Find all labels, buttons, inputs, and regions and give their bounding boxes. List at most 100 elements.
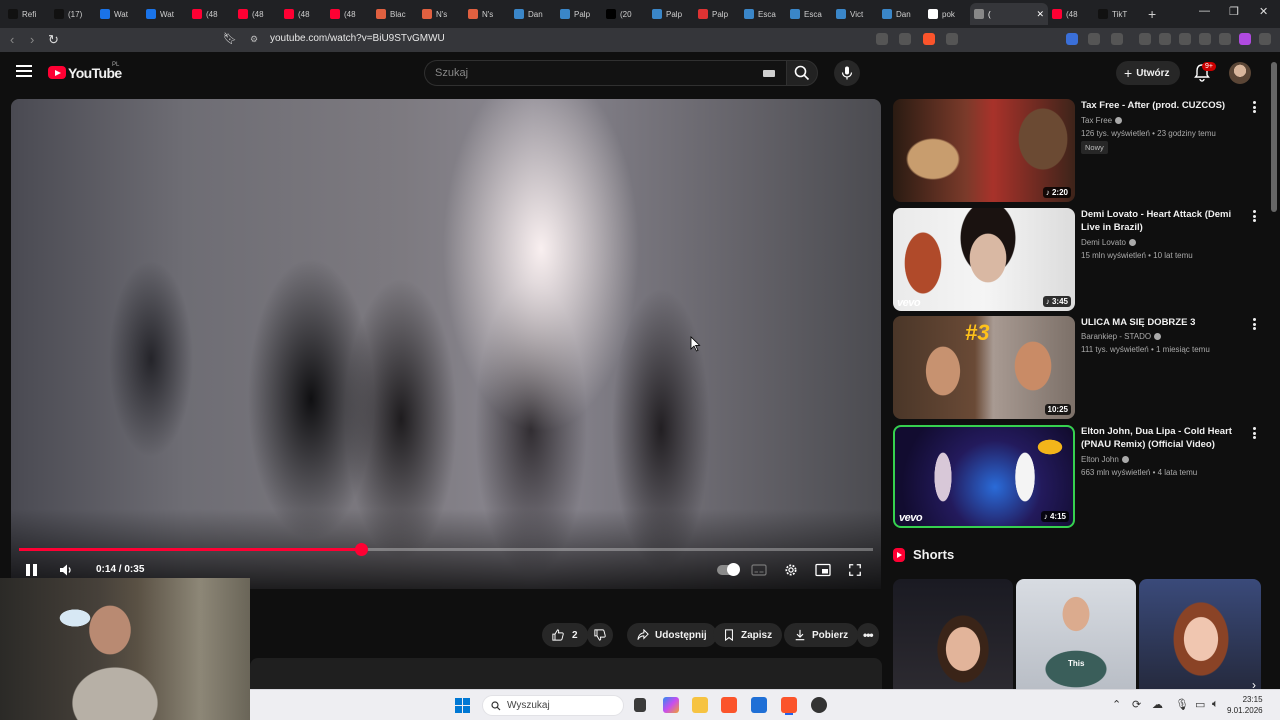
browser-menu-icon[interactable] — [1259, 33, 1271, 45]
more-vert-icon[interactable] — [1253, 427, 1256, 439]
channel-name[interactable]: Demi Lovato — [1081, 238, 1136, 247]
search-input[interactable] — [425, 61, 725, 85]
tray-overflow-icon[interactable]: ⌃ — [1112, 698, 1121, 711]
tray-cloud-icon[interactable]: ☁ — [1152, 698, 1163, 711]
media-icon[interactable] — [1139, 33, 1151, 45]
forward-icon[interactable]: › — [30, 32, 34, 47]
video-thumbnail[interactable]: vevo ♪ 4:15 — [893, 425, 1075, 528]
cast-icon[interactable] — [876, 33, 888, 45]
wallet-icon[interactable] — [1179, 33, 1191, 45]
tray-sync-icon[interactable]: ⟳ — [1132, 698, 1141, 711]
share-page-icon[interactable] — [899, 33, 911, 45]
progress-scrubber[interactable] — [355, 543, 368, 556]
browser-tab[interactable]: Wat — [142, 3, 188, 25]
video-title[interactable]: ULICA MA SIĘ DOBRZE 3 — [1081, 316, 1239, 329]
account-avatar[interactable] — [1229, 62, 1251, 84]
browser-tab[interactable]: (48 — [326, 3, 372, 25]
taskbar-search[interactable]: Wyszukaj — [482, 695, 624, 716]
settings-gear-icon[interactable] — [783, 563, 799, 577]
more-vert-icon[interactable] — [1253, 210, 1256, 222]
brave-rewards-icon[interactable] — [946, 33, 958, 45]
download-button[interactable]: Pobierz — [784, 623, 859, 647]
video-thumbnail[interactable]: ♪ 2:20 — [893, 99, 1075, 202]
more-vert-icon[interactable] — [1253, 318, 1256, 330]
hamburger-menu-icon[interactable] — [16, 65, 32, 77]
browser-tab[interactable]: Palp — [648, 3, 694, 25]
browser-tab[interactable]: Esca — [786, 3, 832, 25]
sidebar-icon[interactable] — [1159, 33, 1171, 45]
browser-tab-active[interactable]: (✕ — [970, 3, 1048, 25]
browser-tab[interactable]: Esca — [740, 3, 786, 25]
dislike-button[interactable] — [587, 623, 613, 647]
miniplayer-icon[interactable] — [815, 563, 831, 577]
keyboard-icon[interactable] — [763, 70, 775, 77]
description-box[interactable] — [250, 658, 882, 689]
task-view-icon[interactable] — [634, 698, 646, 712]
browser-tab[interactable]: Palp — [694, 3, 740, 25]
pause-button[interactable] — [25, 563, 39, 577]
recommendation-item[interactable]: vevo ♪ 3:45 Demi Lovato - Heart Attack (… — [893, 208, 1268, 312]
browser-tab[interactable]: Palp — [556, 3, 602, 25]
video-title[interactable]: Tax Free - After (prod. CUZCOS) — [1081, 99, 1239, 112]
autoplay-toggle[interactable] — [717, 563, 740, 576]
windows-start-icon[interactable] — [455, 698, 470, 713]
more-vert-icon[interactable] — [1253, 101, 1256, 113]
taskbar-clock[interactable]: 23:15 9.01.2026 — [1227, 694, 1263, 716]
obs-icon[interactable] — [811, 697, 827, 713]
extension-vpn-icon[interactable] — [1066, 33, 1078, 45]
browser-tab[interactable]: Refi — [4, 3, 50, 25]
tab-close-icon[interactable]: ✕ — [1036, 9, 1044, 20]
video-title[interactable]: Demi Lovato - Heart Attack (Demi Live in… — [1081, 208, 1239, 234]
new-tab-icon[interactable]: + — [1148, 6, 1156, 22]
progress-bar[interactable] — [19, 543, 873, 556]
channel-name[interactable]: Barankiep - STADO — [1081, 332, 1162, 341]
video-player[interactable]: 0:14 / 0:35 — [11, 99, 881, 589]
brave-shields-icon[interactable] — [923, 33, 935, 45]
browser-tab[interactable]: (48 — [234, 3, 280, 25]
browser-tab[interactable]: (48 — [188, 3, 234, 25]
copilot-icon[interactable] — [663, 697, 679, 713]
search-button[interactable] — [786, 60, 818, 86]
leo-icon[interactable] — [1199, 33, 1211, 45]
subtitles-icon[interactable] — [751, 563, 767, 577]
browser-tab[interactable]: Wat — [96, 3, 142, 25]
browser-tab[interactable]: N's — [464, 3, 510, 25]
brave-active-icon[interactable] — [781, 697, 797, 713]
short-item[interactable] — [1139, 579, 1261, 689]
tray-monitor-icon[interactable]: ▭ — [1195, 698, 1205, 711]
browser-tab[interactable]: Dan — [510, 3, 556, 25]
browser-tab[interactable]: N's — [418, 3, 464, 25]
site-info-icon[interactable]: ⚙︎ — [250, 34, 258, 45]
browser-tab[interactable]: Blac — [372, 3, 418, 25]
address-bar[interactable]: youtube.com/watch?v=BiU9STvGMWU — [270, 33, 445, 44]
window-close-icon[interactable]: ✕ — [1259, 5, 1268, 18]
browser-tab[interactable]: (20 — [602, 3, 648, 25]
minimize-icon[interactable]: — — [1199, 5, 1210, 17]
reload-icon[interactable]: ↻ — [48, 32, 59, 48]
recommendation-item[interactable]: ♪ 2:20 Tax Free - After (prod. CUZCOS) T… — [893, 99, 1268, 203]
more-actions-button[interactable]: ••• — [857, 623, 879, 647]
browser-tab[interactable]: Dan — [878, 3, 924, 25]
browser-tab[interactable]: (17) — [50, 3, 96, 25]
voice-search-button[interactable] — [834, 60, 860, 86]
tray-mic-icon[interactable]: 🎙︎ — [1175, 698, 1189, 711]
share-button[interactable]: Udostępnij — [627, 623, 717, 647]
browser-tab[interactable]: Vict — [832, 3, 878, 25]
save-button[interactable]: Zapisz — [713, 623, 783, 647]
tray-volume-icon[interactable]: 🔈︎ — [1212, 698, 1219, 711]
extensions-icon[interactable] — [1088, 33, 1100, 45]
browser-tab[interactable]: pok — [924, 3, 970, 25]
short-item[interactable] — [893, 579, 1013, 689]
fullscreen-icon[interactable] — [847, 563, 863, 577]
browser-tab[interactable]: (48 — [1048, 3, 1094, 25]
browser-tab[interactable]: (48 — [280, 3, 326, 25]
short-item[interactable]: This — [1016, 579, 1136, 689]
extension-cube-icon[interactable] — [1111, 33, 1123, 45]
video-title[interactable]: Elton John, Dua Lipa - Cold Heart (PNAU … — [1081, 425, 1239, 451]
volume-icon[interactable] — [59, 563, 73, 577]
restore-icon[interactable]: ❐ — [1229, 5, 1239, 18]
back-icon[interactable]: ‹ — [10, 32, 14, 47]
channel-name[interactable]: Tax Free — [1081, 116, 1123, 125]
video-thumbnail[interactable]: vevo ♪ 3:45 — [893, 208, 1075, 311]
video-thumbnail[interactable]: #3 10:25 — [893, 316, 1075, 419]
